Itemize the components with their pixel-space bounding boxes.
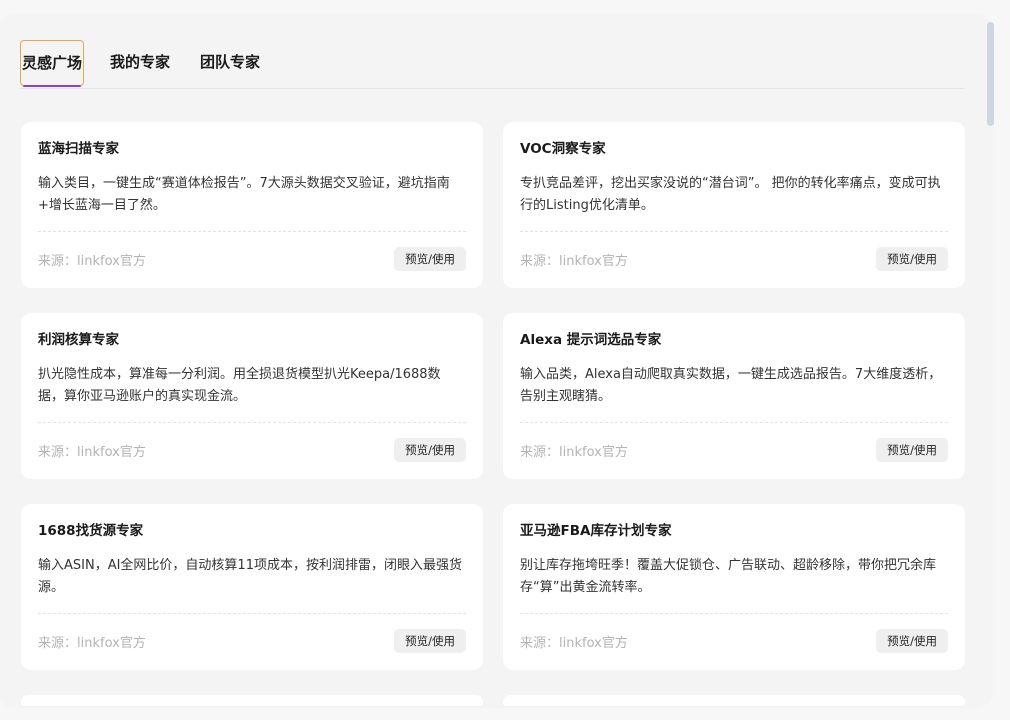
tab-my-experts[interactable]: 我的专家: [110, 40, 170, 86]
card-footer: 来源：linkfox官方 预览/使用: [38, 423, 466, 469]
tab-team-experts[interactable]: 团队专家: [200, 40, 260, 86]
card-description: 输入类目，一键生成“赛道体检报告”。7大源头数据交叉验证，避坑指南+增长蓝海一目…: [38, 176, 450, 213]
card-title: 1688找货源专家: [38, 523, 144, 539]
card-title: Alexa 提示词选品专家: [520, 332, 662, 348]
card-source: 来源：linkfox官方: [38, 254, 146, 269]
preview-use-button[interactable]: 预览/使用: [394, 629, 466, 653]
tab-bar: 灵感广场 我的专家 团队专家: [20, 38, 964, 89]
card-title: 利润核算专家: [38, 332, 119, 348]
card-footer: 来源：linkfox官方 预览/使用: [520, 614, 948, 660]
preview-use-button[interactable]: 预览/使用: [876, 629, 948, 653]
tab-inspiration-plaza[interactable]: 灵感广场: [20, 40, 84, 87]
card-description: 输入ASIN，AI全网比价，自动核算11项成本，按利润排雷，闭眼入最强货源。: [38, 558, 462, 595]
card-footer: 来源：linkfox官方 预览/使用: [38, 614, 466, 660]
expert-card-blue-ocean[interactable]: 蓝海扫描专家 输入类目，一键生成“赛道体检报告”。7大源头数据交叉验证，避坑指南…: [21, 122, 483, 288]
card-footer: 来源：linkfox官方 预览/使用: [520, 232, 948, 278]
card-source: 来源：linkfox官方: [520, 636, 628, 651]
card-description: 扒光隐性成本，算准每一分利润。用全损退货模型扒光Keepa/1688数据，算你亚…: [38, 367, 441, 404]
preview-use-button[interactable]: 预览/使用: [394, 438, 466, 462]
card-description: 别让库存拖垮旺季！覆盖大促锁仓、广告联动、超龄移除，带你把冗余库存“算”出黄金流…: [520, 558, 937, 595]
scrollbar-thumb[interactable]: [987, 22, 994, 126]
card-source: 来源：linkfox官方: [520, 445, 628, 460]
preview-use-button[interactable]: 预览/使用: [876, 247, 948, 271]
expert-card-fba-inventory[interactable]: 亚马逊FBA库存计划专家 别让库存拖垮旺季！覆盖大促锁仓、广告联动、超龄移除，带…: [503, 504, 965, 670]
card-title: 亚马逊FBA库存计划专家: [520, 523, 672, 539]
card-footer: 来源：linkfox官方 预览/使用: [38, 232, 466, 278]
card-footer: 来源：linkfox官方 预览/使用: [520, 423, 948, 469]
expert-card-profit[interactable]: 利润核算专家 扒光隐性成本，算准每一分利润。用全损退货模型扒光Keepa/168…: [21, 313, 483, 479]
card-title: VOC洞察专家: [520, 141, 606, 157]
expert-panel: 灵感广场 我的专家 团队专家 蓝海扫描专家 输入类目，一键生成“赛道体检报告”。…: [0, 16, 990, 706]
card-source: 来源：linkfox官方: [38, 636, 146, 651]
expert-card-voc[interactable]: VOC洞察专家 专扒竞品差评，挖出买家没说的“潜台词”。 把你的转化率痛点，变成…: [503, 122, 965, 288]
expert-card-partial[interactable]: [503, 695, 965, 706]
preview-use-button[interactable]: 预览/使用: [876, 438, 948, 462]
preview-use-button[interactable]: 预览/使用: [394, 247, 466, 271]
card-description: 专扒竞品差评，挖出买家没说的“潜台词”。 把你的转化率痛点，变成可执行的List…: [520, 176, 941, 213]
card-source: 来源：linkfox官方: [38, 445, 146, 460]
card-title: 蓝海扫描专家: [38, 141, 119, 157]
card-description: 输入品类，Alexa自动爬取真实数据，一键生成选品报告。7大维度透析，告别主观瞎…: [520, 367, 942, 404]
expert-card-partial[interactable]: [21, 695, 483, 706]
expert-card-alexa[interactable]: Alexa 提示词选品专家 输入品类，Alexa自动爬取真实数据，一键生成选品报…: [503, 313, 965, 479]
expert-card-1688-sourcing[interactable]: 1688找货源专家 输入ASIN，AI全网比价，自动核算11项成本，按利润排雷，…: [21, 504, 483, 670]
card-source: 来源：linkfox官方: [520, 254, 628, 269]
